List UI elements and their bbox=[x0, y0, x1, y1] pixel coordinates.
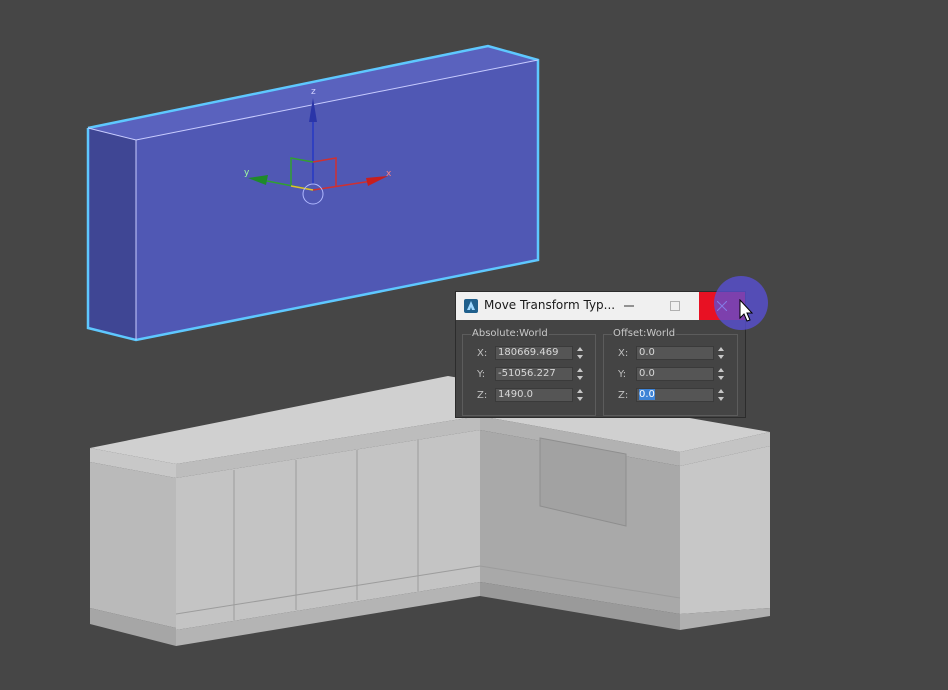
offset-world-group: Offset:World X: 0.0 Y: 0.0 Z: 0.0 bbox=[603, 328, 738, 416]
absolute-y-field[interactable]: -51056.227 bbox=[495, 367, 573, 381]
offset-z-spinner-icon[interactable] bbox=[716, 388, 726, 402]
absolute-z-label: Z: bbox=[477, 389, 488, 401]
minimize-icon bbox=[624, 305, 634, 307]
absolute-x-row: X: 180669.469 bbox=[477, 345, 585, 361]
absolute-y-row: Y: -51056.227 bbox=[477, 366, 585, 382]
offset-z-field[interactable]: 0.0 bbox=[636, 388, 714, 402]
maximize-icon bbox=[670, 301, 680, 311]
absolute-y-spinner-icon[interactable] bbox=[575, 367, 585, 381]
box-left-face bbox=[88, 128, 136, 340]
gizmo-z-label: z bbox=[311, 87, 316, 97]
offset-y-spinner-icon[interactable] bbox=[716, 367, 726, 381]
maximize-button[interactable] bbox=[661, 292, 689, 320]
offset-z-selected-text: 0.0 bbox=[639, 389, 655, 400]
offset-x-spinner-icon[interactable] bbox=[716, 346, 726, 360]
absolute-y-label: Y: bbox=[477, 368, 486, 380]
dialog-title: Move Transform Typ... bbox=[484, 298, 616, 312]
gizmo-x-label: x bbox=[386, 169, 392, 179]
absolute-x-field[interactable]: 180669.469 bbox=[495, 346, 573, 360]
3dsmax-app-icon bbox=[464, 299, 478, 313]
cabinet-side-left bbox=[90, 462, 176, 628]
absolute-world-group: Absolute:World X: 180669.469 Y: -51056.2… bbox=[462, 328, 596, 416]
offset-z-label: Z: bbox=[618, 389, 629, 401]
offset-y-field[interactable]: 0.0 bbox=[636, 367, 714, 381]
offset-y-row: Y: 0.0 bbox=[618, 366, 726, 382]
offset-x-field[interactable]: 0.0 bbox=[636, 346, 714, 360]
gizmo-y-label: y bbox=[244, 168, 250, 178]
mouse-pointer-icon bbox=[739, 299, 754, 322]
minimize-button[interactable] bbox=[615, 292, 643, 320]
absolute-z-spinner-icon[interactable] bbox=[575, 388, 585, 402]
offset-x-label: X: bbox=[618, 347, 629, 359]
absolute-world-label: Absolute:World bbox=[471, 328, 549, 339]
offset-y-label: Y: bbox=[618, 368, 627, 380]
absolute-z-field[interactable]: 1490.0 bbox=[495, 388, 573, 402]
offset-world-label: Offset:World bbox=[612, 328, 677, 339]
absolute-x-label: X: bbox=[477, 347, 488, 359]
dialog-title-bar[interactable]: Move Transform Typ... bbox=[456, 292, 745, 320]
absolute-x-spinner-icon[interactable] bbox=[575, 346, 585, 360]
cabinet-side-right bbox=[680, 446, 770, 614]
offset-x-row: X: 0.0 bbox=[618, 345, 726, 361]
move-transform-type-in-dialog[interactable]: Move Transform Typ... Absolute:World X: … bbox=[455, 291, 746, 418]
offset-z-row: Z: 0.0 bbox=[618, 387, 726, 403]
absolute-z-row: Z: 1490.0 bbox=[477, 387, 585, 403]
